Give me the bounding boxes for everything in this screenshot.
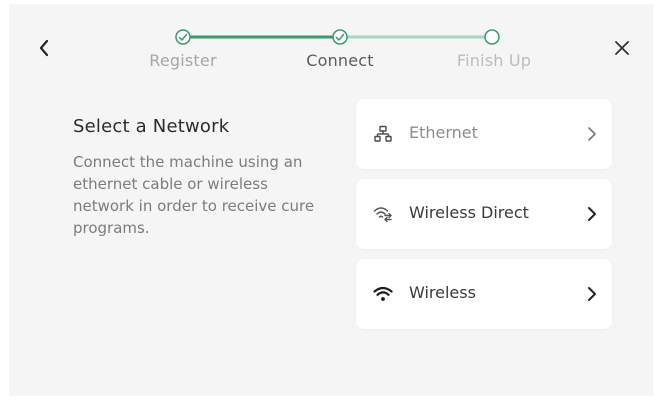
step-connect-marker — [332, 29, 348, 45]
wireless-label: Wireless — [409, 283, 476, 302]
ethernet-icon — [373, 124, 393, 144]
wireless-direct-icon — [373, 204, 393, 224]
step-label-finish-up: Finish Up — [456, 51, 532, 70]
chevron-right-icon — [585, 125, 599, 143]
ethernet-option[interactable]: Ethernet — [356, 99, 612, 169]
step-register-marker — [175, 29, 191, 45]
wireless-direct-option[interactable]: Wireless Direct — [356, 179, 612, 249]
progress-stepper: Register Connect Finish Up — [0, 0, 662, 80]
step-label-connect: Connect — [306, 51, 374, 70]
section-description: Connect the machine using an ethernet ca… — [73, 153, 315, 237]
wireless-direct-label: Wireless Direct — [409, 203, 529, 222]
wifi-icon — [373, 284, 393, 304]
section-title: Select a Network — [73, 116, 230, 137]
wireless-option[interactable]: Wireless — [356, 259, 612, 329]
step-label-register: Register — [149, 51, 217, 70]
chevron-right-icon — [585, 285, 599, 303]
ethernet-label: Ethernet — [409, 123, 478, 142]
step-finish-up-marker — [484, 29, 500, 45]
chevron-right-icon — [585, 205, 599, 223]
